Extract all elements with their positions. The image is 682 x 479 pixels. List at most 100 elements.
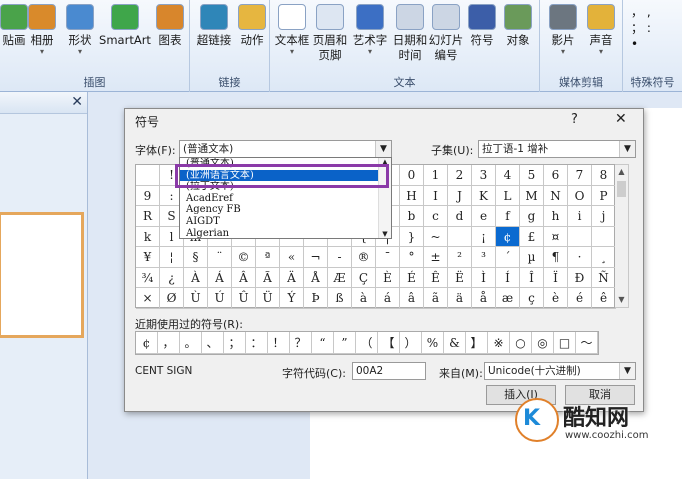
recent-symbol-cell[interactable]: ； <box>224 332 246 354</box>
font-option[interactable]: AIGDT <box>180 216 391 228</box>
scroll-down-icon[interactable]: ▼ <box>615 293 628 307</box>
recent-symbol-cell[interactable]: 。 <box>180 332 202 354</box>
recent-symbol-cell[interactable]: ◎ <box>532 332 554 354</box>
chevron-down-icon[interactable]: ▼ <box>375 141 391 157</box>
symbol-cell[interactable]: 2 <box>448 165 472 186</box>
scroll-up-icon[interactable]: ▲ <box>615 165 628 179</box>
symbol-cell[interactable]: ¯ <box>376 247 400 268</box>
symbol-cell[interactable]: d <box>448 206 472 227</box>
symbol-cell[interactable]: Ú <box>208 288 232 309</box>
symbol-cell[interactable]: « <box>280 247 304 268</box>
symbol-cell[interactable]: 7 <box>568 165 592 186</box>
symbol-cell[interactable]: è <box>544 288 568 309</box>
symbol-cell[interactable]: i <box>568 206 592 227</box>
symbol-cell[interactable]: c <box>424 206 448 227</box>
recent-symbol-cell[interactable]: （ <box>356 332 378 354</box>
close-icon[interactable]: ✕ <box>71 94 83 110</box>
char-code-input[interactable]: 00A2 <box>352 362 426 380</box>
symbol-cell[interactable]: ° <box>400 247 424 268</box>
recent-symbol-cell[interactable]: ○ <box>510 332 532 354</box>
chevron-down-icon[interactable]: ▼ <box>619 363 635 379</box>
hyperlink-button[interactable]: 超链接 <box>194 4 234 48</box>
symbol-cell[interactable]: M <box>520 185 544 206</box>
sound-button[interactable]: 声音 ▾ <box>582 4 620 56</box>
symbol-cell[interactable]: Ï <box>544 267 568 288</box>
symbol-cell[interactable]: } <box>400 226 424 247</box>
symbol-cell[interactable]: £ <box>520 226 544 247</box>
symbol-cell[interactable]: ¶ <box>544 247 568 268</box>
close-icon[interactable]: ✕ <box>615 111 627 127</box>
object-button[interactable]: 对象 <box>500 4 536 48</box>
subset-select[interactable]: 拉丁语-1 增补 ▼ <box>478 140 636 158</box>
symbol-grid-scrollbar[interactable]: ▲ ▼ <box>615 164 629 308</box>
recent-symbol-cell[interactable]: ¢ <box>136 332 158 354</box>
symbol-cell[interactable]: È <box>376 267 400 288</box>
symbol-cell[interactable]: á <box>376 288 400 309</box>
wordart-button[interactable]: 艺术字 ▾ <box>350 4 390 56</box>
scroll-thumb[interactable] <box>617 181 626 197</box>
symbol-cell[interactable]: k <box>136 226 160 247</box>
symbol-cell[interactable]: é <box>568 288 592 309</box>
recent-symbol-cell[interactable]: 】 <box>466 332 488 354</box>
symbol-cell[interactable]: 0 <box>400 165 424 186</box>
slide-number-button[interactable]: 幻灯片 编号 <box>424 4 468 63</box>
symbol-cell[interactable]: · <box>568 247 592 268</box>
symbol-cell[interactable]: × <box>136 288 160 309</box>
symbol-cell[interactable]: ê <box>592 288 616 309</box>
symbol-cell[interactable]: ² <box>448 247 472 268</box>
symbol-cell[interactable]: É <box>400 267 424 288</box>
symbol-cell[interactable]: f <box>496 206 520 227</box>
shapes-button[interactable]: 形状 ▾ <box>60 4 100 56</box>
scroll-down-icon[interactable]: ▼ <box>379 230 391 238</box>
from-select[interactable]: Unicode(十六进制) ▼ <box>484 362 636 380</box>
symbol-cell[interactable]: Û <box>232 288 256 309</box>
symbol-cell[interactable]: à <box>352 288 376 309</box>
symbol-cell[interactable]: H <box>400 185 424 206</box>
recent-symbol-cell[interactable]: “ <box>312 332 334 354</box>
symbol-cell[interactable]: 5 <box>520 165 544 186</box>
font-option[interactable]: Agency FB <box>180 204 391 216</box>
symbol-cell[interactable]: å <box>472 288 496 309</box>
recent-symbol-cell[interactable]: ： <box>246 332 268 354</box>
symbol-cell[interactable]: O <box>568 185 592 206</box>
symbol-cell[interactable]: Á <box>208 267 232 288</box>
symbol-cell[interactable]: Å <box>304 267 328 288</box>
recent-symbol-cell[interactable]: ？ <box>290 332 312 354</box>
symbol-button[interactable]: 符号 <box>464 4 500 48</box>
symbol-cell[interactable]: Ü <box>256 288 280 309</box>
symbol-cell[interactable]: Ð <box>568 267 592 288</box>
symbol-cell[interactable]: h <box>544 206 568 227</box>
help-icon[interactable]: ? <box>571 112 578 127</box>
symbol-cell[interactable]: Î <box>520 267 544 288</box>
symbol-cell[interactable]: j <box>592 206 616 227</box>
symbol-cell[interactable]: ß <box>328 288 352 309</box>
symbol-cell[interactable]: § <box>184 247 208 268</box>
symbol-cell[interactable]: ± <box>424 247 448 268</box>
symbol-cell[interactable]: 9 <box>136 185 160 206</box>
recent-symbol-cell[interactable]: 【 <box>378 332 400 354</box>
symbol-cell[interactable]: ³ <box>472 247 496 268</box>
recent-symbols-row[interactable]: ¢，。、；：！？ “” （【）% &】 ※ ○ ◎ □ ～ <box>135 331 599 355</box>
symbol-cell[interactable]: Ê <box>424 267 448 288</box>
symbol-cell[interactable]: K <box>472 185 496 206</box>
symbol-cell[interactable]: â <box>400 288 424 309</box>
symbol-cell[interactable] <box>568 226 592 247</box>
symbol-cell[interactable]: R <box>136 206 160 227</box>
symbol-cell[interactable]: g <box>520 206 544 227</box>
special-glyphs[interactable]: ， , ； : • <box>631 4 651 52</box>
symbol-cell[interactable]: ¤ <box>544 226 568 247</box>
symbol-cell[interactable]: ¿ <box>160 267 184 288</box>
symbol-cell[interactable]: Ä <box>280 267 304 288</box>
symbol-cell[interactable]: e <box>472 206 496 227</box>
recent-symbol-cell[interactable]: ， <box>158 332 180 354</box>
font-option[interactable]: Algerian <box>180 228 391 240</box>
symbol-cell[interactable]: 3 <box>472 165 496 186</box>
symbol-cell[interactable]: 8 <box>592 165 616 186</box>
recent-symbol-cell[interactable]: 、 <box>202 332 224 354</box>
recent-symbol-cell[interactable]: ～ <box>576 332 598 354</box>
symbol-cell[interactable]: ¬ <box>304 247 328 268</box>
recent-symbol-cell[interactable]: ” <box>334 332 356 354</box>
textbox-button[interactable]: 文本框 ▾ <box>272 4 312 56</box>
header-footer-button[interactable]: 页眉和 页脚 <box>308 4 352 63</box>
chevron-down-icon[interactable]: ▼ <box>619 141 635 157</box>
